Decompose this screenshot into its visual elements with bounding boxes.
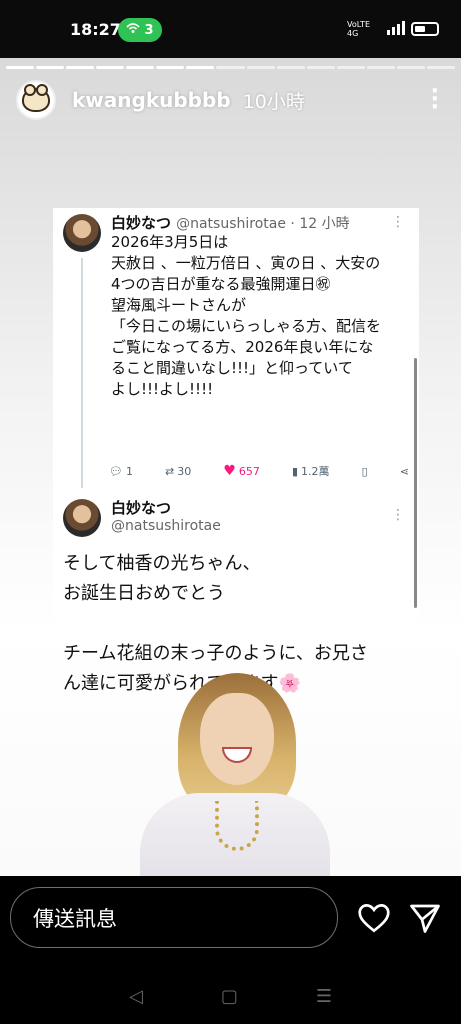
- tweet-author-name: 白妙なつ: [111, 214, 172, 232]
- tweet-line: チーム花組の末っ子のように、お兄さ: [63, 643, 368, 664]
- story-timestamp: 10小時: [242, 90, 305, 113]
- progress-segment: [216, 66, 245, 69]
- progress-segment: [96, 66, 125, 69]
- tweet-line: そして柚香の光ちゃん、: [63, 553, 261, 574]
- tweet-line: [63, 609, 368, 639]
- tweet-avatar: [63, 214, 101, 252]
- reply-icon: 💬︎: [109, 464, 123, 478]
- share-icon: ⋖: [399, 464, 409, 478]
- tweet-1-header: 白妙なつ @natsushirotae · 12 小時: [111, 212, 350, 233]
- tweet-line: 天赦日 、一粒万倍日 、寅の日 、大安の: [111, 254, 381, 272]
- scrollbar: [414, 358, 417, 608]
- tweet-line: ること間違いなし!!!」と仰っていて: [111, 359, 353, 377]
- tweet-2: 白妙なつ @natsushirotae ⋮ そして柚香の光ちゃん、 お誕生日おめ…: [53, 493, 419, 694]
- bear-avatar-icon: [22, 84, 50, 112]
- progress-segment: [36, 66, 65, 69]
- send-icon[interactable]: [407, 900, 443, 936]
- face: [200, 693, 274, 785]
- tweet-more-icon: ⋮: [391, 507, 405, 523]
- necklace: [215, 801, 259, 851]
- like-count: ♥ 657: [223, 463, 260, 479]
- views-icon: ▮: [291, 464, 299, 478]
- progress-segment: [276, 66, 305, 69]
- retweet-icon: ⇄: [165, 464, 175, 478]
- retweet-count: ⇄ 30: [165, 465, 191, 478]
- tweet-line: お誕生日おめでとう: [63, 583, 225, 604]
- tweet-line: 「今日この場にいらっしゃる方、配信を: [111, 317, 382, 335]
- view-value: 1.2萬: [301, 465, 330, 478]
- bookmark-icon: ▯: [361, 464, 368, 478]
- recents-icon[interactable]: ☰: [316, 986, 332, 1007]
- hotspot-count: 3: [144, 22, 154, 38]
- story-footer: 傳送訊息 ◁ ▢ ☰: [0, 876, 461, 1024]
- message-placeholder: 傳送訊息: [33, 906, 117, 931]
- progress-segment: [66, 66, 95, 69]
- more-vertical-icon[interactable]: · · ·: [431, 81, 439, 119]
- signal-icon: [387, 20, 405, 38]
- tweet-more-icon: ⋮: [391, 214, 405, 230]
- tweet-line: 4つの吉日が重なる最強開運日㊗: [111, 275, 331, 293]
- tweet-1: 白妙なつ @natsushirotae · 12 小時 ⋮ 2026年3月5日は…: [53, 208, 419, 488]
- hotspot-icon: [126, 22, 141, 38]
- reply-value: 1: [125, 464, 133, 478]
- progress-segment: [426, 66, 455, 69]
- tweet-2-header: 白妙なつ @natsushirotae: [111, 497, 221, 534]
- tweet-screenshot: 白妙なつ @natsushirotae · 12 小時 ⋮ 2026年3月5日は…: [53, 208, 419, 694]
- tweet-metrics: 💬︎ 1 ⇄ 30 ♥ 657 ▮ 1.2萬 ▯ ⋖: [109, 463, 409, 479]
- message-input[interactable]: 傳送訊息: [10, 887, 338, 948]
- tweet-avatar: [63, 499, 101, 537]
- tweet-line: 2026年3月5日は: [111, 233, 229, 251]
- like-value: 657: [238, 464, 260, 478]
- tweet-author-name: 白妙なつ: [111, 499, 172, 517]
- view-count: ▮ 1.2萬: [292, 463, 330, 479]
- network-label: VoLTE 4G: [347, 20, 371, 38]
- progress-segment: [246, 66, 275, 69]
- story-username[interactable]: kwangkubbbb: [72, 88, 231, 112]
- tweet-author-handle: @natsushirotae · 12 小時: [176, 216, 350, 232]
- avatar[interactable]: [16, 80, 56, 120]
- retweet-value: 30: [177, 464, 192, 478]
- filled-heart-icon: ♥: [223, 463, 236, 479]
- home-icon[interactable]: ▢: [221, 986, 238, 1007]
- progress-segment: [366, 66, 395, 69]
- tweet-line: ご覧になってる方、2026年良い年にな: [111, 338, 374, 356]
- system-icons: VoLTE 4G: [347, 20, 439, 38]
- progress-segment: [306, 66, 335, 69]
- progress-segment: [126, 66, 155, 69]
- tweet-line: よし!!!よし!!!!: [111, 380, 214, 398]
- tweet-1-body: 2026年3月5日は 天赦日 、一粒万倍日 、寅の日 、大安の 4つの吉日が重な…: [111, 232, 381, 400]
- reply-count: 💬︎ 1: [109, 465, 133, 478]
- progress-segment: [6, 66, 35, 69]
- heart-icon[interactable]: [356, 900, 392, 936]
- tweet-line: 望海風斗ートさんが: [111, 296, 247, 314]
- back-icon[interactable]: ◁: [129, 986, 143, 1007]
- progress-segment: [336, 66, 365, 69]
- battery-icon: [411, 22, 439, 36]
- tweet-author-handle: @natsushirotae: [111, 518, 221, 534]
- story-progress: [6, 66, 455, 69]
- story-viewer[interactable]: kwangkubbbb 10小時 · · · 白妙なつ @natsushirotae…: [0, 58, 461, 876]
- thread-line: [81, 258, 83, 488]
- hotspot-badge[interactable]: 3: [118, 18, 162, 42]
- clock: 18:27: [70, 20, 121, 39]
- status-bar: 18:27 3 VoLTE 4G: [0, 0, 461, 58]
- person-sticker: [140, 673, 330, 876]
- progress-segment: [396, 66, 425, 69]
- progress-segment: [156, 66, 185, 69]
- story-header: kwangkubbbb 10小時: [16, 80, 305, 120]
- progress-segment: [186, 66, 215, 69]
- system-nav-bar: ◁ ▢ ☰: [0, 974, 461, 1018]
